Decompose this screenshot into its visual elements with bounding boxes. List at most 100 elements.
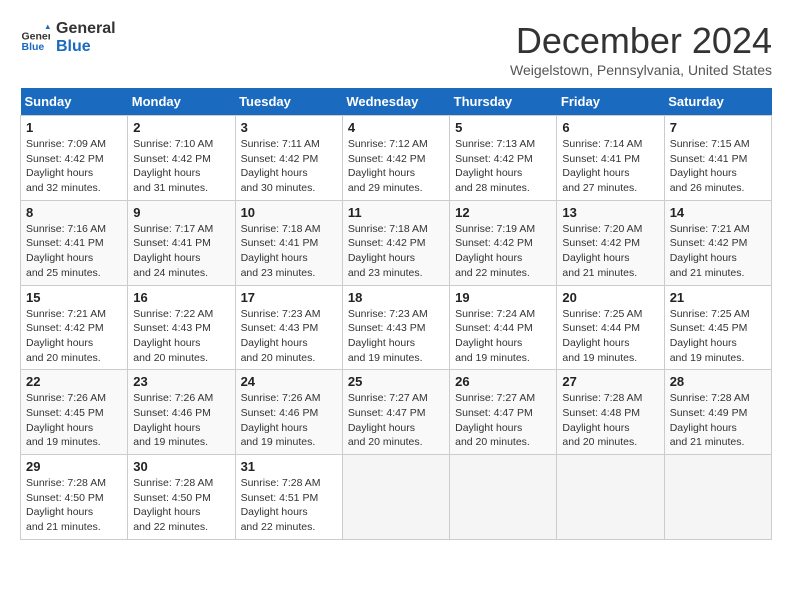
day-cell-27: 27 Sunrise: 7:28 AMSunset: 4:48 PMDaylig…	[557, 370, 664, 455]
day-cell-22: 22 Sunrise: 7:26 AMSunset: 4:45 PMDaylig…	[21, 370, 128, 455]
cell-text: Sunrise: 7:27 AMSunset: 4:47 PMDaylight …	[455, 392, 535, 448]
day-cell-14: 14 Sunrise: 7:21 AMSunset: 4:42 PMDaylig…	[664, 200, 771, 285]
col-header-monday: Monday	[128, 88, 235, 116]
day-cell-16: 16 Sunrise: 7:22 AMSunset: 4:43 PMDaylig…	[128, 285, 235, 370]
day-number: 17	[241, 290, 337, 305]
day-number: 14	[670, 205, 766, 220]
day-number: 7	[670, 120, 766, 135]
week-row-3: 15 Sunrise: 7:21 AMSunset: 4:42 PMDaylig…	[21, 285, 772, 370]
day-number: 18	[348, 290, 444, 305]
cell-text: Sunrise: 7:10 AMSunset: 4:42 PMDaylight …	[133, 138, 213, 194]
day-number: 13	[562, 205, 658, 220]
day-cell-15: 15 Sunrise: 7:21 AMSunset: 4:42 PMDaylig…	[21, 285, 128, 370]
page-header: General Blue General Blue December 2024 …	[20, 20, 772, 78]
day-cell-5: 5 Sunrise: 7:13 AMSunset: 4:42 PMDayligh…	[450, 116, 557, 201]
day-cell-28: 28 Sunrise: 7:28 AMSunset: 4:49 PMDaylig…	[664, 370, 771, 455]
day-cell-1: 1 Sunrise: 7:09 AMSunset: 4:42 PMDayligh…	[21, 116, 128, 201]
week-row-1: 1 Sunrise: 7:09 AMSunset: 4:42 PMDayligh…	[21, 116, 772, 201]
day-number: 3	[241, 120, 337, 135]
day-number: 29	[26, 459, 122, 474]
day-cell-25: 25 Sunrise: 7:27 AMSunset: 4:47 PMDaylig…	[342, 370, 449, 455]
day-number: 9	[133, 205, 229, 220]
day-number: 12	[455, 205, 551, 220]
cell-text: Sunrise: 7:25 AMSunset: 4:45 PMDaylight …	[670, 308, 750, 364]
cell-text: Sunrise: 7:26 AMSunset: 4:45 PMDaylight …	[26, 392, 106, 448]
day-cell-19: 19 Sunrise: 7:24 AMSunset: 4:44 PMDaylig…	[450, 285, 557, 370]
empty-cell	[557, 455, 664, 540]
logo-line1: General	[56, 20, 116, 38]
day-number: 5	[455, 120, 551, 135]
cell-text: Sunrise: 7:28 AMSunset: 4:48 PMDaylight …	[562, 392, 642, 448]
day-number: 4	[348, 120, 444, 135]
day-cell-31: 31 Sunrise: 7:28 AMSunset: 4:51 PMDaylig…	[235, 455, 342, 540]
col-header-thursday: Thursday	[450, 88, 557, 116]
day-number: 28	[670, 374, 766, 389]
day-number: 10	[241, 205, 337, 220]
day-number: 31	[241, 459, 337, 474]
empty-cell	[664, 455, 771, 540]
day-number: 15	[26, 290, 122, 305]
day-number: 22	[26, 374, 122, 389]
col-header-friday: Friday	[557, 88, 664, 116]
day-number: 6	[562, 120, 658, 135]
day-cell-12: 12 Sunrise: 7:19 AMSunset: 4:42 PMDaylig…	[450, 200, 557, 285]
cell-text: Sunrise: 7:16 AMSunset: 4:41 PMDaylight …	[26, 223, 106, 279]
cell-text: Sunrise: 7:21 AMSunset: 4:42 PMDaylight …	[26, 308, 106, 364]
cell-text: Sunrise: 7:25 AMSunset: 4:44 PMDaylight …	[562, 308, 642, 364]
day-cell-7: 7 Sunrise: 7:15 AMSunset: 4:41 PMDayligh…	[664, 116, 771, 201]
month-title: December 2024	[510, 20, 772, 62]
cell-text: Sunrise: 7:28 AMSunset: 4:51 PMDaylight …	[241, 477, 321, 533]
svg-text:Blue: Blue	[22, 41, 45, 53]
day-cell-8: 8 Sunrise: 7:16 AMSunset: 4:41 PMDayligh…	[21, 200, 128, 285]
day-cell-4: 4 Sunrise: 7:12 AMSunset: 4:42 PMDayligh…	[342, 116, 449, 201]
day-number: 23	[133, 374, 229, 389]
cell-text: Sunrise: 7:23 AMSunset: 4:43 PMDaylight …	[241, 308, 321, 364]
day-number: 30	[133, 459, 229, 474]
header-row: SundayMondayTuesdayWednesdayThursdayFrid…	[21, 88, 772, 116]
day-cell-11: 11 Sunrise: 7:18 AMSunset: 4:42 PMDaylig…	[342, 200, 449, 285]
day-cell-30: 30 Sunrise: 7:28 AMSunset: 4:50 PMDaylig…	[128, 455, 235, 540]
cell-text: Sunrise: 7:23 AMSunset: 4:43 PMDaylight …	[348, 308, 428, 364]
cell-text: Sunrise: 7:28 AMSunset: 4:50 PMDaylight …	[26, 477, 106, 533]
day-cell-23: 23 Sunrise: 7:26 AMSunset: 4:46 PMDaylig…	[128, 370, 235, 455]
day-cell-24: 24 Sunrise: 7:26 AMSunset: 4:46 PMDaylig…	[235, 370, 342, 455]
cell-text: Sunrise: 7:24 AMSunset: 4:44 PMDaylight …	[455, 308, 535, 364]
week-row-2: 8 Sunrise: 7:16 AMSunset: 4:41 PMDayligh…	[21, 200, 772, 285]
day-cell-13: 13 Sunrise: 7:20 AMSunset: 4:42 PMDaylig…	[557, 200, 664, 285]
cell-text: Sunrise: 7:20 AMSunset: 4:42 PMDaylight …	[562, 223, 642, 279]
logo-line2: Blue	[56, 38, 116, 56]
day-number: 1	[26, 120, 122, 135]
day-number: 19	[455, 290, 551, 305]
cell-text: Sunrise: 7:11 AMSunset: 4:42 PMDaylight …	[241, 138, 320, 194]
day-number: 25	[348, 374, 444, 389]
day-cell-6: 6 Sunrise: 7:14 AMSunset: 4:41 PMDayligh…	[557, 116, 664, 201]
day-cell-3: 3 Sunrise: 7:11 AMSunset: 4:42 PMDayligh…	[235, 116, 342, 201]
col-header-sunday: Sunday	[21, 88, 128, 116]
day-cell-29: 29 Sunrise: 7:28 AMSunset: 4:50 PMDaylig…	[21, 455, 128, 540]
day-cell-17: 17 Sunrise: 7:23 AMSunset: 4:43 PMDaylig…	[235, 285, 342, 370]
cell-text: Sunrise: 7:28 AMSunset: 4:50 PMDaylight …	[133, 477, 213, 533]
day-number: 16	[133, 290, 229, 305]
day-number: 2	[133, 120, 229, 135]
day-number: 11	[348, 205, 444, 220]
col-header-saturday: Saturday	[664, 88, 771, 116]
title-area: December 2024 Weigelstown, Pennsylvania,…	[510, 20, 772, 78]
cell-text: Sunrise: 7:18 AMSunset: 4:41 PMDaylight …	[241, 223, 321, 279]
cell-text: Sunrise: 7:17 AMSunset: 4:41 PMDaylight …	[133, 223, 213, 279]
day-cell-21: 21 Sunrise: 7:25 AMSunset: 4:45 PMDaylig…	[664, 285, 771, 370]
cell-text: Sunrise: 7:27 AMSunset: 4:47 PMDaylight …	[348, 392, 428, 448]
cell-text: Sunrise: 7:15 AMSunset: 4:41 PMDaylight …	[670, 138, 750, 194]
cell-text: Sunrise: 7:14 AMSunset: 4:41 PMDaylight …	[562, 138, 642, 194]
day-cell-2: 2 Sunrise: 7:10 AMSunset: 4:42 PMDayligh…	[128, 116, 235, 201]
cell-text: Sunrise: 7:26 AMSunset: 4:46 PMDaylight …	[241, 392, 321, 448]
day-number: 8	[26, 205, 122, 220]
day-number: 24	[241, 374, 337, 389]
empty-cell	[450, 455, 557, 540]
day-cell-10: 10 Sunrise: 7:18 AMSunset: 4:41 PMDaylig…	[235, 200, 342, 285]
col-header-wednesday: Wednesday	[342, 88, 449, 116]
cell-text: Sunrise: 7:18 AMSunset: 4:42 PMDaylight …	[348, 223, 428, 279]
cell-text: Sunrise: 7:28 AMSunset: 4:49 PMDaylight …	[670, 392, 750, 448]
logo-icon: General Blue	[20, 23, 50, 53]
cell-text: Sunrise: 7:19 AMSunset: 4:42 PMDaylight …	[455, 223, 535, 279]
calendar-table: SundayMondayTuesdayWednesdayThursdayFrid…	[20, 88, 772, 540]
